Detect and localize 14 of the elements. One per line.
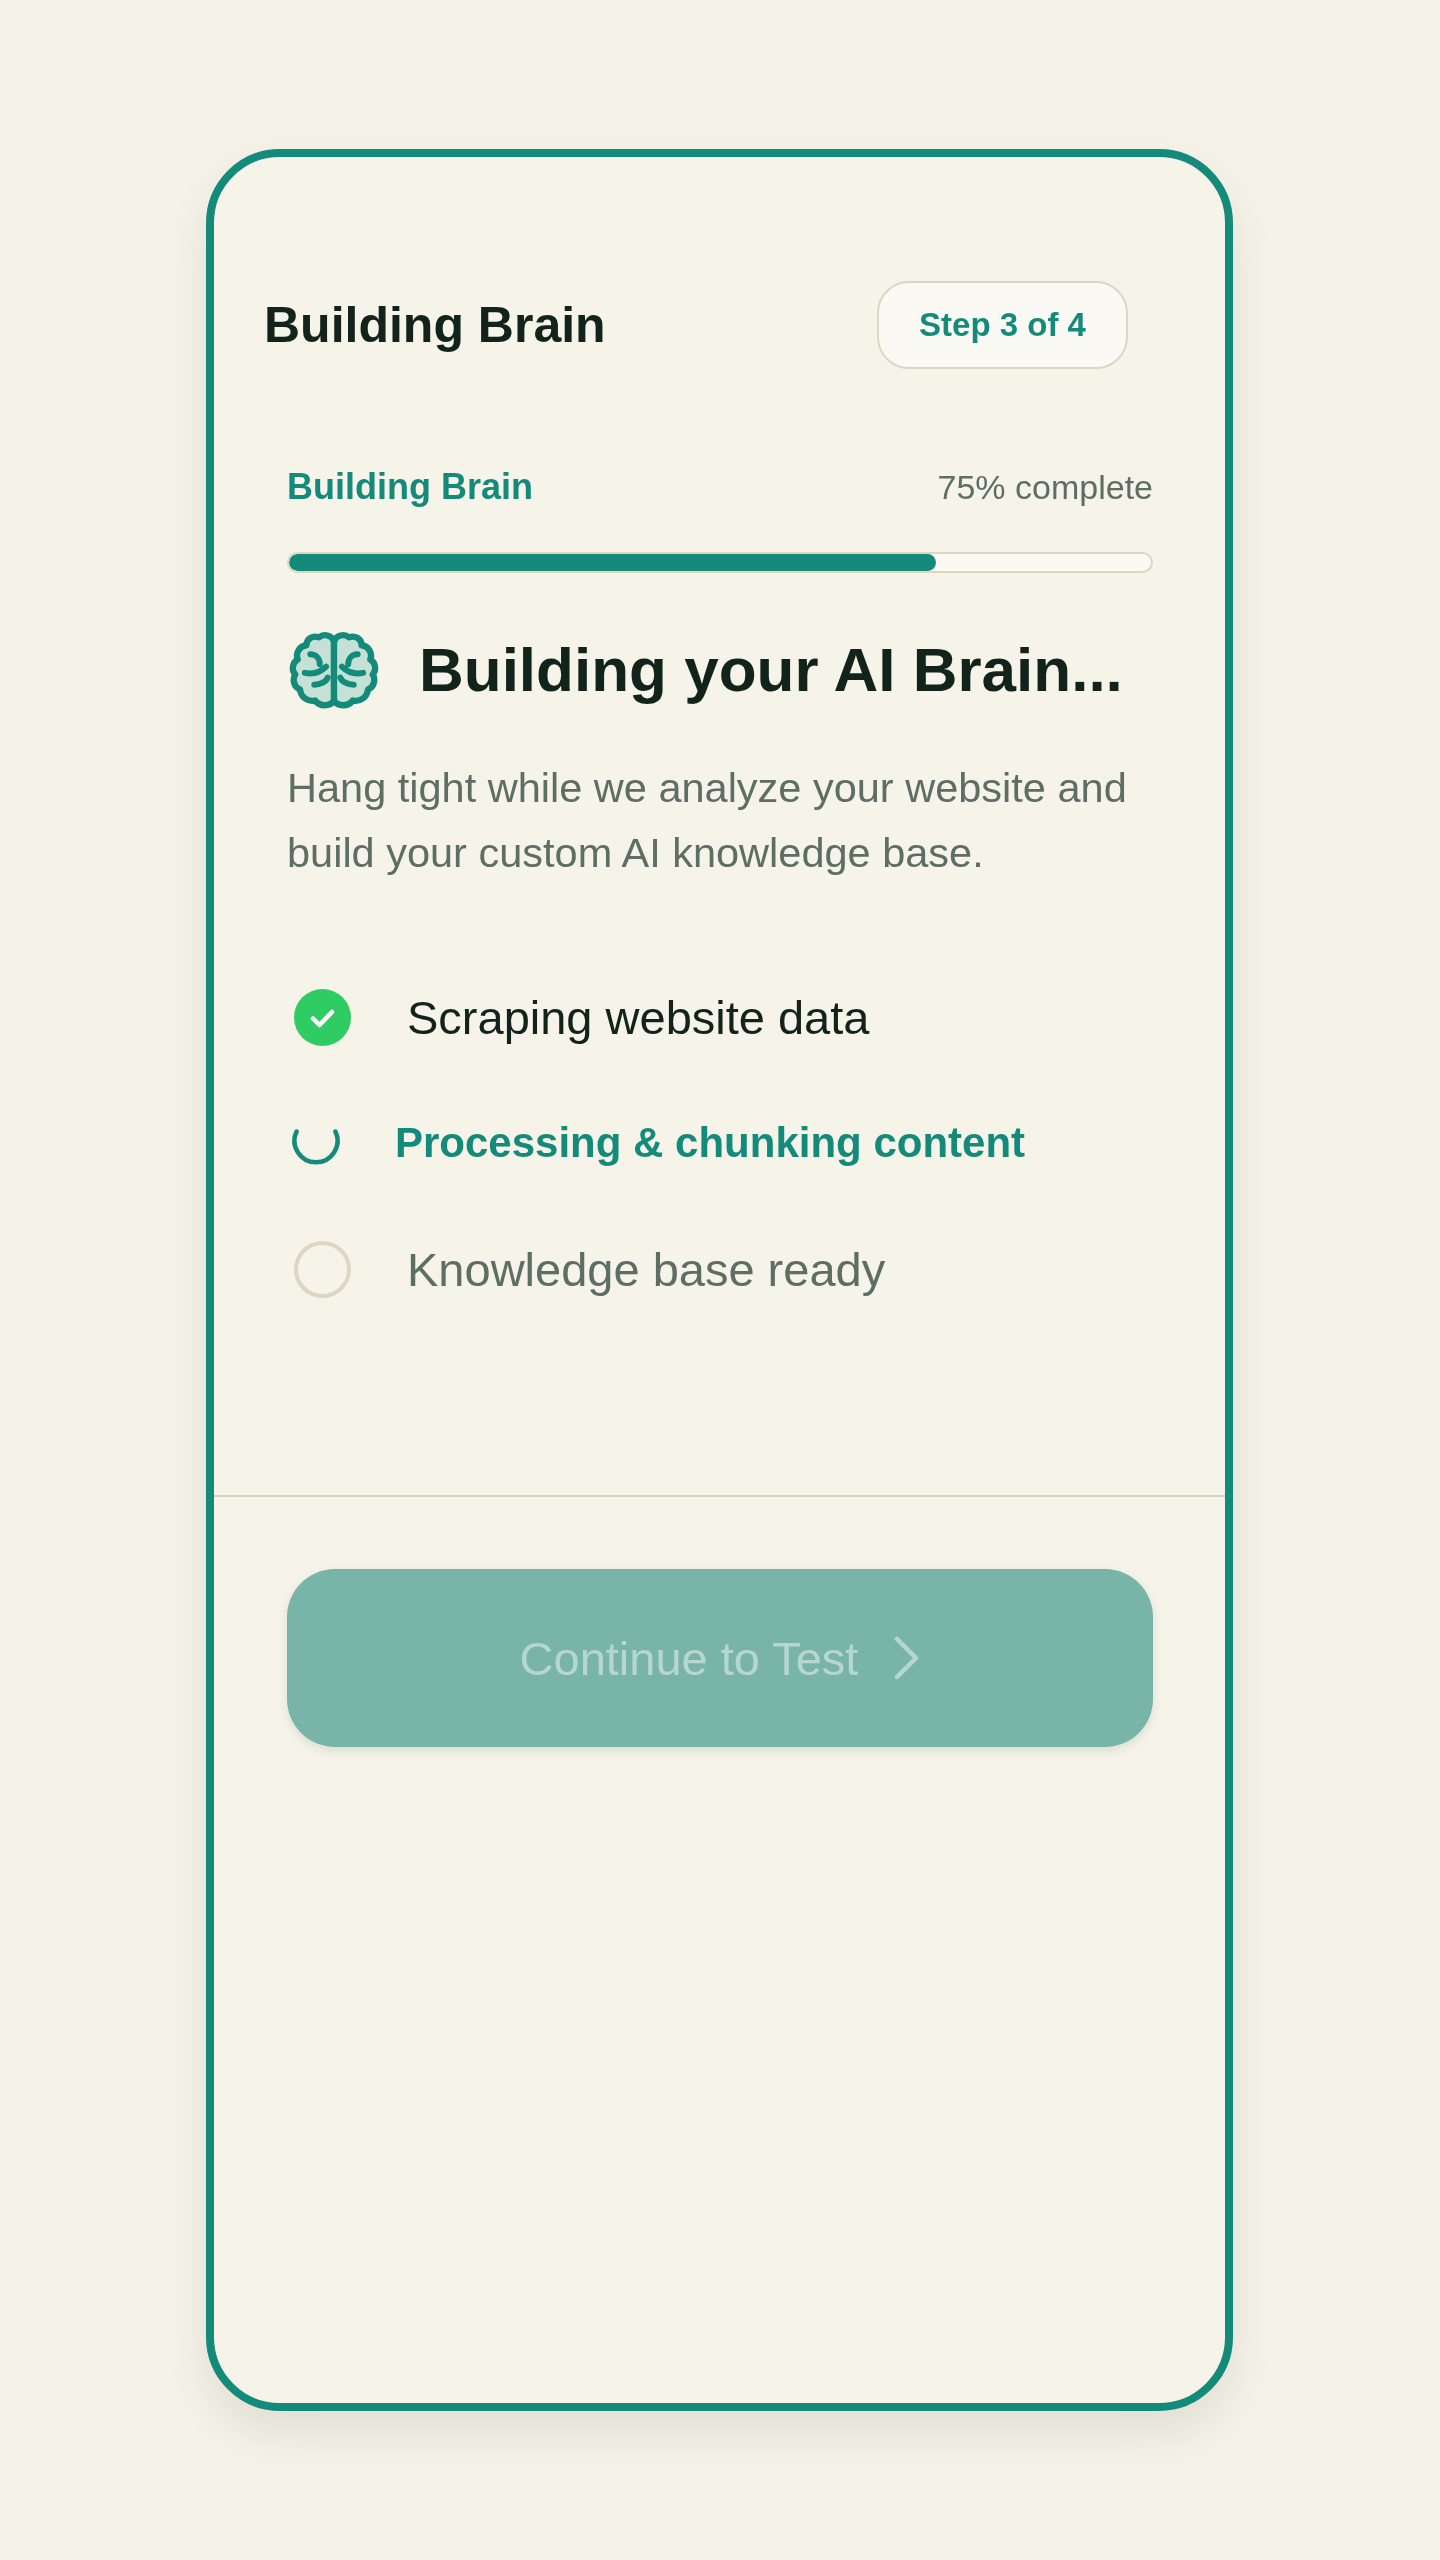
spinner-icon [291, 1127, 341, 1167]
progress-label: Building Brain [287, 466, 533, 508]
chevron-right-icon [894, 1636, 921, 1680]
step-badge: Step 3 of 4 [877, 281, 1128, 369]
progress-reading: 75% complete [937, 467, 1153, 507]
check-circle-icon [294, 988, 351, 1046]
step-label: Knowledge base ready [407, 1241, 886, 1297]
step-label: Processing & chunking content [395, 1119, 1026, 1167]
empty-circle-icon [294, 1240, 351, 1298]
description-text: Hang tight while we analyze your website and build your custom AI knowledge base. [287, 763, 1128, 878]
section-heading: Building your AI Brain... [419, 634, 1123, 706]
screen-title: Building Brain [264, 296, 606, 355]
step-label: Scraping website data [407, 989, 870, 1045]
brain-icon [289, 630, 379, 710]
